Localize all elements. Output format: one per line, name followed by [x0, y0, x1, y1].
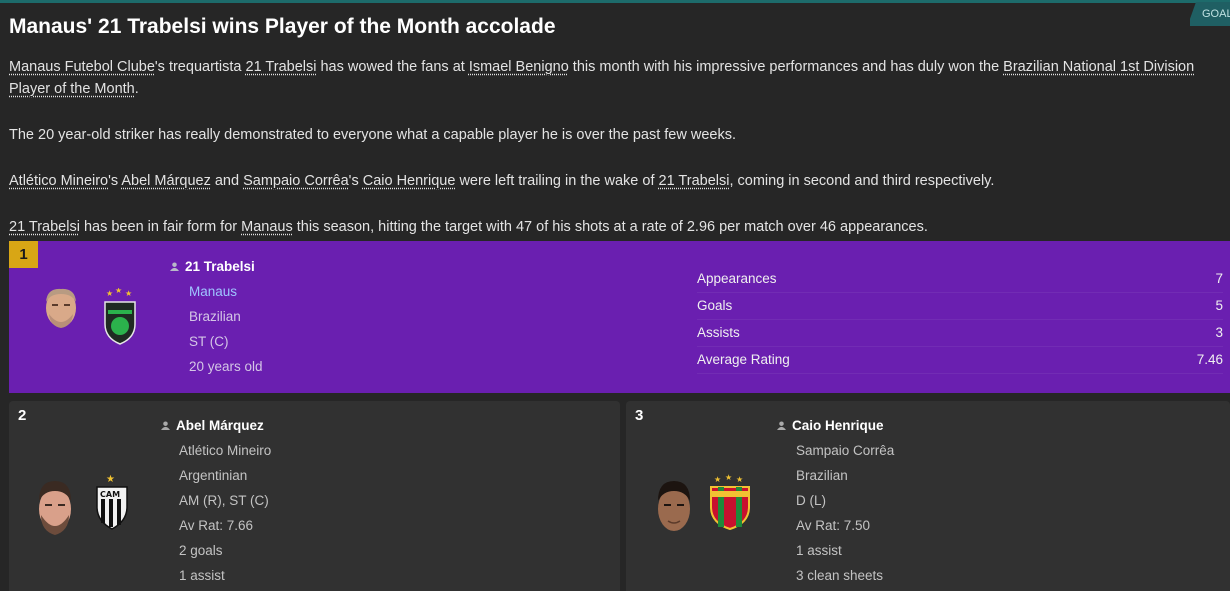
rank-badge: 1 [9, 241, 38, 268]
svg-text:★: ★ [125, 289, 132, 298]
svg-text:★: ★ [115, 288, 122, 295]
club-crest-icon[interactable]: ★ ★ ★ [708, 473, 752, 531]
player-face-icon[interactable] [33, 475, 77, 541]
stat-value: 7 [1215, 271, 1223, 286]
club-link[interactable]: Sampaio Corrêa [243, 173, 349, 189]
club-link[interactable]: Atlético Mineiro [9, 173, 108, 189]
player-average-rating: Av Rat: 7.66 [179, 518, 254, 533]
stat-value: 3 [1215, 325, 1223, 340]
person-icon [777, 421, 786, 430]
person-icon [161, 421, 170, 430]
runner-up-card-2: 2 ★ CAM Abel Márquez Atlético Mineiro Ar… [9, 401, 620, 591]
stat-value: 7.46 [1196, 352, 1223, 367]
player-name[interactable]: Abel Márquez [161, 418, 264, 433]
player-club[interactable]: Sampaio Corrêa [796, 443, 894, 458]
text: . [134, 81, 139, 97]
player-link[interactable]: Abel Márquez [121, 173, 210, 189]
article-paragraph-4: 21 Trabelsi has been in fair form for Ma… [9, 216, 1209, 238]
article-paragraph-3: Atlético Mineiro's Abel Márquez and Samp… [9, 170, 1209, 192]
player-name[interactable]: Caio Henrique [777, 418, 884, 433]
club-crest-icon[interactable]: ★ ★ ★ [103, 288, 137, 348]
player-club[interactable]: Manaus [189, 284, 237, 299]
player-name[interactable]: 21 Trabelsi [170, 259, 255, 274]
player-assists: 1 assist [179, 568, 225, 583]
text: this month with his impressive performan… [568, 59, 1004, 75]
svg-text:★: ★ [714, 475, 721, 484]
rank-label: 2 [18, 407, 27, 424]
article-paragraph-2: The 20 year-old striker has really demon… [9, 127, 736, 143]
player-age: 20 years old [189, 359, 263, 374]
player-nationality: Brazilian [189, 309, 241, 324]
stat-label: Assists [697, 325, 740, 340]
player-position: D (L) [796, 493, 826, 508]
text: 's [348, 173, 363, 189]
club-link[interactable]: Manaus [241, 219, 293, 235]
text: 's [108, 173, 122, 189]
club-link[interactable]: Manaus Futebol Clube [9, 59, 155, 75]
text: has been in fair form for [79, 219, 242, 235]
stat-row-assists: Assists 3 [697, 320, 1223, 347]
stats-table: Appearances 7 Goals 5 Assists 3 Average Rat… [697, 266, 1223, 374]
stadium-link[interactable]: Ismael Benigno [469, 59, 569, 75]
player-name-label: 21 Trabelsi [185, 259, 255, 274]
player-nationality: Argentinian [179, 468, 248, 483]
svg-text:★: ★ [725, 473, 732, 482]
text: and [210, 173, 244, 189]
text: , coming in second and third respectivel… [729, 173, 995, 189]
svg-text:★: ★ [106, 289, 113, 298]
player-link[interactable]: Caio Henrique [363, 173, 456, 189]
rank-label: 3 [635, 407, 644, 424]
stat-label: Average Rating [697, 352, 790, 367]
player-position: ST (C) [189, 334, 229, 349]
player-face-icon[interactable] [39, 286, 83, 332]
player-name-label: Abel Márquez [176, 418, 264, 433]
player-name-label: Caio Henrique [792, 418, 884, 433]
text: were left trailing in the wake of [455, 173, 659, 189]
svg-text:★: ★ [106, 474, 115, 485]
player-clean-sheets: 3 clean sheets [796, 568, 884, 583]
text: has wowed the fans at [316, 59, 469, 75]
person-icon [170, 262, 179, 271]
player-link[interactable]: 21 Trabelsi [9, 219, 80, 235]
svg-text:★: ★ [736, 475, 743, 484]
player-nationality: Brazilian [796, 468, 848, 483]
goal-tab[interactable]: GOAL [1190, 2, 1230, 26]
player-club[interactable]: Atlético Mineiro [179, 443, 271, 458]
player-link[interactable]: 21 Trabelsi [246, 59, 317, 75]
player-average-rating: Av Rat: 7.50 [796, 518, 871, 533]
runner-up-card-3: 3 ★ ★ ★ Caio Henrique Sampaio Corrêa Bra… [626, 401, 1230, 591]
player-goals: 2 goals [179, 543, 223, 558]
player-face-icon[interactable] [652, 475, 696, 541]
stat-row-goals: Goals 5 [697, 293, 1223, 320]
stat-row-average-rating: Average Rating 7.46 [697, 347, 1223, 374]
stat-label: Goals [697, 298, 733, 313]
player-assists: 1 assist [796, 543, 842, 558]
stat-label: Appearances [697, 271, 777, 286]
top-accent-line [0, 0, 1230, 3]
text: this season, hitting the target with 47 … [292, 219, 928, 235]
article-title: Manaus' 21 Trabelsi wins Player of the M… [9, 15, 556, 38]
stat-row-appearances: Appearances 7 [697, 266, 1223, 293]
player-link[interactable]: 21 Trabelsi [659, 173, 730, 189]
club-crest-icon[interactable]: ★ CAM [95, 473, 129, 531]
text: 's trequartista [154, 59, 246, 75]
stat-value: 5 [1215, 298, 1223, 313]
article-paragraph-1: Manaus Futebol Clube's trequartista 21 T… [9, 56, 1209, 100]
svg-text:CAM: CAM [100, 490, 120, 499]
winner-panel: 1 ★ ★ ★ 21 Trabelsi Manaus Brazilian ST … [9, 241, 1230, 393]
player-position: AM (R), ST (C) [179, 493, 269, 508]
